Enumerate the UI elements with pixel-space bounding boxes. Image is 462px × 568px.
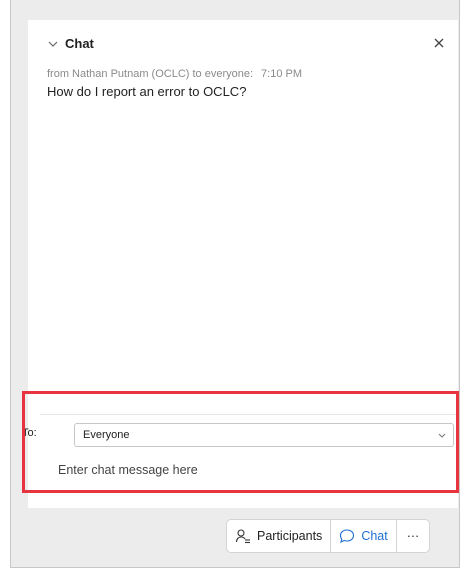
chevron-down-icon	[438, 433, 446, 438]
participants-button[interactable]: Participants	[226, 519, 332, 553]
participants-label: Participants	[257, 529, 323, 543]
participants-icon	[235, 529, 250, 544]
to-label: To:	[22, 427, 37, 439]
more-options-button[interactable]: ···	[396, 519, 431, 553]
chat-panel: Chat from Nathan Putnam (OCLC) to everyo…	[28, 20, 458, 508]
chat-title: Chat	[65, 36, 94, 51]
meeting-toolbar: Participants Chat ···	[226, 519, 446, 553]
composer-divider	[40, 414, 456, 415]
chat-bubble-icon	[340, 529, 355, 544]
chevron-down-icon[interactable]	[46, 37, 60, 51]
chat-header[interactable]: Chat	[28, 34, 458, 56]
message-sender: from Nathan Putnam (OCLC) to everyone:	[47, 68, 254, 80]
message-text: How do I report an error to OCLC?	[47, 84, 247, 99]
chat-button[interactable]: Chat	[331, 519, 397, 553]
recipient-select[interactable]: Everyone	[74, 423, 454, 447]
message-time: 7:10 PM	[261, 68, 302, 80]
recipient-value: Everyone	[83, 429, 130, 441]
chat-message-input[interactable]	[58, 458, 448, 482]
chat-label: Chat	[361, 529, 388, 543]
more-icon: ···	[406, 529, 420, 543]
close-icon[interactable]	[430, 34, 448, 52]
message-meta: from Nathan Putnam (OCLC) to everyone: 7:…	[47, 68, 302, 80]
